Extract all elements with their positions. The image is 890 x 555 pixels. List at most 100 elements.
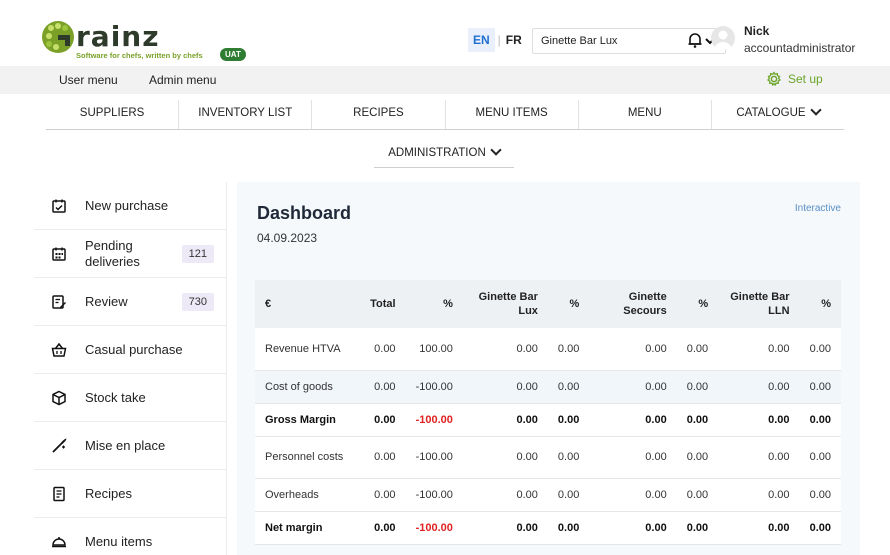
- column-header: Ginette Bar Lux: [462, 280, 548, 328]
- sidebar-item-pending-deliveries[interactable]: Pending deliveries 121: [34, 230, 226, 278]
- row-label: Gross Margin: [255, 403, 357, 437]
- column-header: €: [255, 280, 357, 328]
- column-header: %: [799, 280, 841, 328]
- sidebar-item-stock-take[interactable]: Stock take: [34, 374, 226, 422]
- nav-suppliers[interactable]: SUPPLIERS: [46, 100, 180, 129]
- table-cell: 0.00: [547, 478, 590, 512]
- env-badge: UAT: [220, 48, 246, 61]
- cloche-icon: [52, 536, 66, 547]
- table-cell-negative: -100.00: [405, 511, 463, 545]
- setup-link[interactable]: Set up: [766, 71, 823, 87]
- table-cell: -100.00: [405, 436, 463, 479]
- row-label: Cost of goods: [255, 370, 357, 404]
- column-header: Ginette Bar LLN: [718, 280, 800, 328]
- table-cell: 0.00: [718, 403, 800, 437]
- column-header: %: [547, 280, 590, 328]
- table-cell: 0.00: [676, 478, 719, 512]
- table-cell: 0.00: [799, 511, 841, 545]
- user-menu-link[interactable]: User menu: [59, 73, 118, 87]
- calendar-grid-icon: [52, 247, 66, 261]
- lang-en-button[interactable]: EN: [468, 28, 495, 52]
- table-row: Gross Margin 0.00 -100.00 0.00 0.00 0.00…: [255, 403, 841, 437]
- sidebar-item-label: Casual purchase: [85, 341, 183, 357]
- column-header: %: [676, 280, 719, 328]
- table-cell: 0.00: [589, 370, 677, 404]
- table-cell: 0.00: [676, 511, 719, 545]
- user-avatar-icon: [714, 30, 732, 50]
- user-role: accountadministrator: [744, 41, 856, 55]
- nav-administration-label: ADMINISTRATION: [388, 147, 486, 159]
- nav-menu[interactable]: MENU: [579, 100, 712, 129]
- table-cell: 0.00: [799, 478, 841, 512]
- sidebar-item-label: Pending deliveries: [85, 237, 140, 269]
- table-cell: 0.00: [718, 511, 800, 545]
- nav-menu-items[interactable]: MENU ITEMS: [446, 100, 579, 129]
- table-cell: 0.00: [356, 328, 406, 371]
- column-header: Ginette Secours: [589, 280, 677, 328]
- top-header: rainz Software for chefs, written by che…: [0, 0, 890, 66]
- logo-tagline: Software for chefs, written by chefs: [76, 51, 203, 60]
- table-cell: 0.00: [589, 328, 677, 371]
- interactive-toggle[interactable]: Interactive: [795, 203, 841, 214]
- table-cell: 0.00: [462, 370, 548, 404]
- table-cell: -100.00: [405, 478, 463, 512]
- sidebar-item-mise-en-place[interactable]: Mise en place: [34, 422, 226, 470]
- table-cell: 0.00: [799, 370, 841, 404]
- table-cell: 0.00: [718, 370, 800, 404]
- admin-menu-link[interactable]: Admin menu: [149, 73, 216, 87]
- sidebar: New purchase Pending deliveries 121 Revi…: [34, 182, 227, 555]
- table-cell: 0.00: [718, 328, 800, 371]
- sidebar-item-review[interactable]: Review 730: [34, 278, 226, 326]
- lang-fr-button[interactable]: FR: [504, 28, 524, 52]
- sidebar-item-casual-purchase[interactable]: Casual purchase: [34, 326, 226, 374]
- table-cell: 0.00: [356, 511, 406, 545]
- sidebar-item-menu-items[interactable]: Menu items: [34, 518, 226, 555]
- nav-catalogue[interactable]: CATALOGUE: [712, 100, 844, 129]
- table-cell: 0.00: [589, 478, 677, 512]
- page-title: Dashboard: [257, 203, 352, 223]
- whisk-icon: [52, 437, 67, 453]
- table-cell: 0.00: [356, 436, 406, 479]
- table-cell: 0.00: [799, 403, 841, 437]
- table-cell: 0.00: [462, 328, 548, 371]
- financial-table: € Total % Ginette Bar Lux % Ginette Seco…: [255, 280, 841, 545]
- table-cell: 0.00: [676, 403, 719, 437]
- logo-wordmark: rainz: [76, 20, 160, 53]
- nav-administration[interactable]: ADMINISTRATION: [374, 140, 514, 168]
- chevron-down-icon: [490, 144, 502, 156]
- gear-icon: [767, 71, 781, 87]
- sub-menu-bar: User menu Admin menu Set up: [0, 66, 890, 94]
- nav-recipes[interactable]: RECIPES: [312, 100, 446, 129]
- sidebar-item-label: Menu items: [85, 533, 153, 549]
- table-cell: 100.00: [405, 328, 463, 371]
- table-cell: 0.00: [547, 370, 590, 404]
- main-nav: SUPPLIERS INVENTORY LIST RECIPES MENU IT…: [46, 100, 844, 130]
- bell-icon[interactable]: [686, 31, 704, 49]
- edit-note-icon: [52, 294, 66, 309]
- venue-selected-value: Ginette Bar Lux: [541, 35, 618, 47]
- table-cell: 0.00: [462, 436, 548, 479]
- table-cell: -100.00: [405, 370, 463, 404]
- sidebar-item-new-purchase[interactable]: New purchase: [34, 182, 226, 230]
- table-cell: 0.00: [718, 478, 800, 512]
- sidebar-item-recipes[interactable]: Recipes: [34, 470, 226, 518]
- row-label: Net margin: [255, 511, 357, 545]
- logo-g-icon: [42, 21, 74, 53]
- table-cell: 0.00: [676, 328, 719, 371]
- nav-inventory-list[interactable]: INVENTORY LIST: [179, 100, 313, 129]
- row-label: Overheads: [255, 478, 357, 512]
- column-header: Total: [356, 280, 406, 328]
- language-switcher: EN | FR: [468, 28, 524, 52]
- count-badge: 121: [181, 244, 214, 263]
- avatar[interactable]: [711, 26, 735, 50]
- table-cell: 0.00: [589, 511, 677, 545]
- chevron-down-icon: [809, 104, 822, 116]
- table-cell: 0.00: [356, 478, 406, 512]
- table-cell-negative: -100.00: [405, 403, 463, 437]
- table-row: Net margin 0.00 -100.00 0.00 0.00 0.00 0…: [255, 511, 841, 545]
- table-cell: 0.00: [547, 328, 590, 371]
- table-cell: 0.00: [462, 403, 548, 437]
- table-cell: 0.00: [799, 328, 841, 371]
- grainz-logo[interactable]: rainz Software for chefs, written by che…: [40, 18, 260, 62]
- count-badge: 730: [181, 292, 214, 311]
